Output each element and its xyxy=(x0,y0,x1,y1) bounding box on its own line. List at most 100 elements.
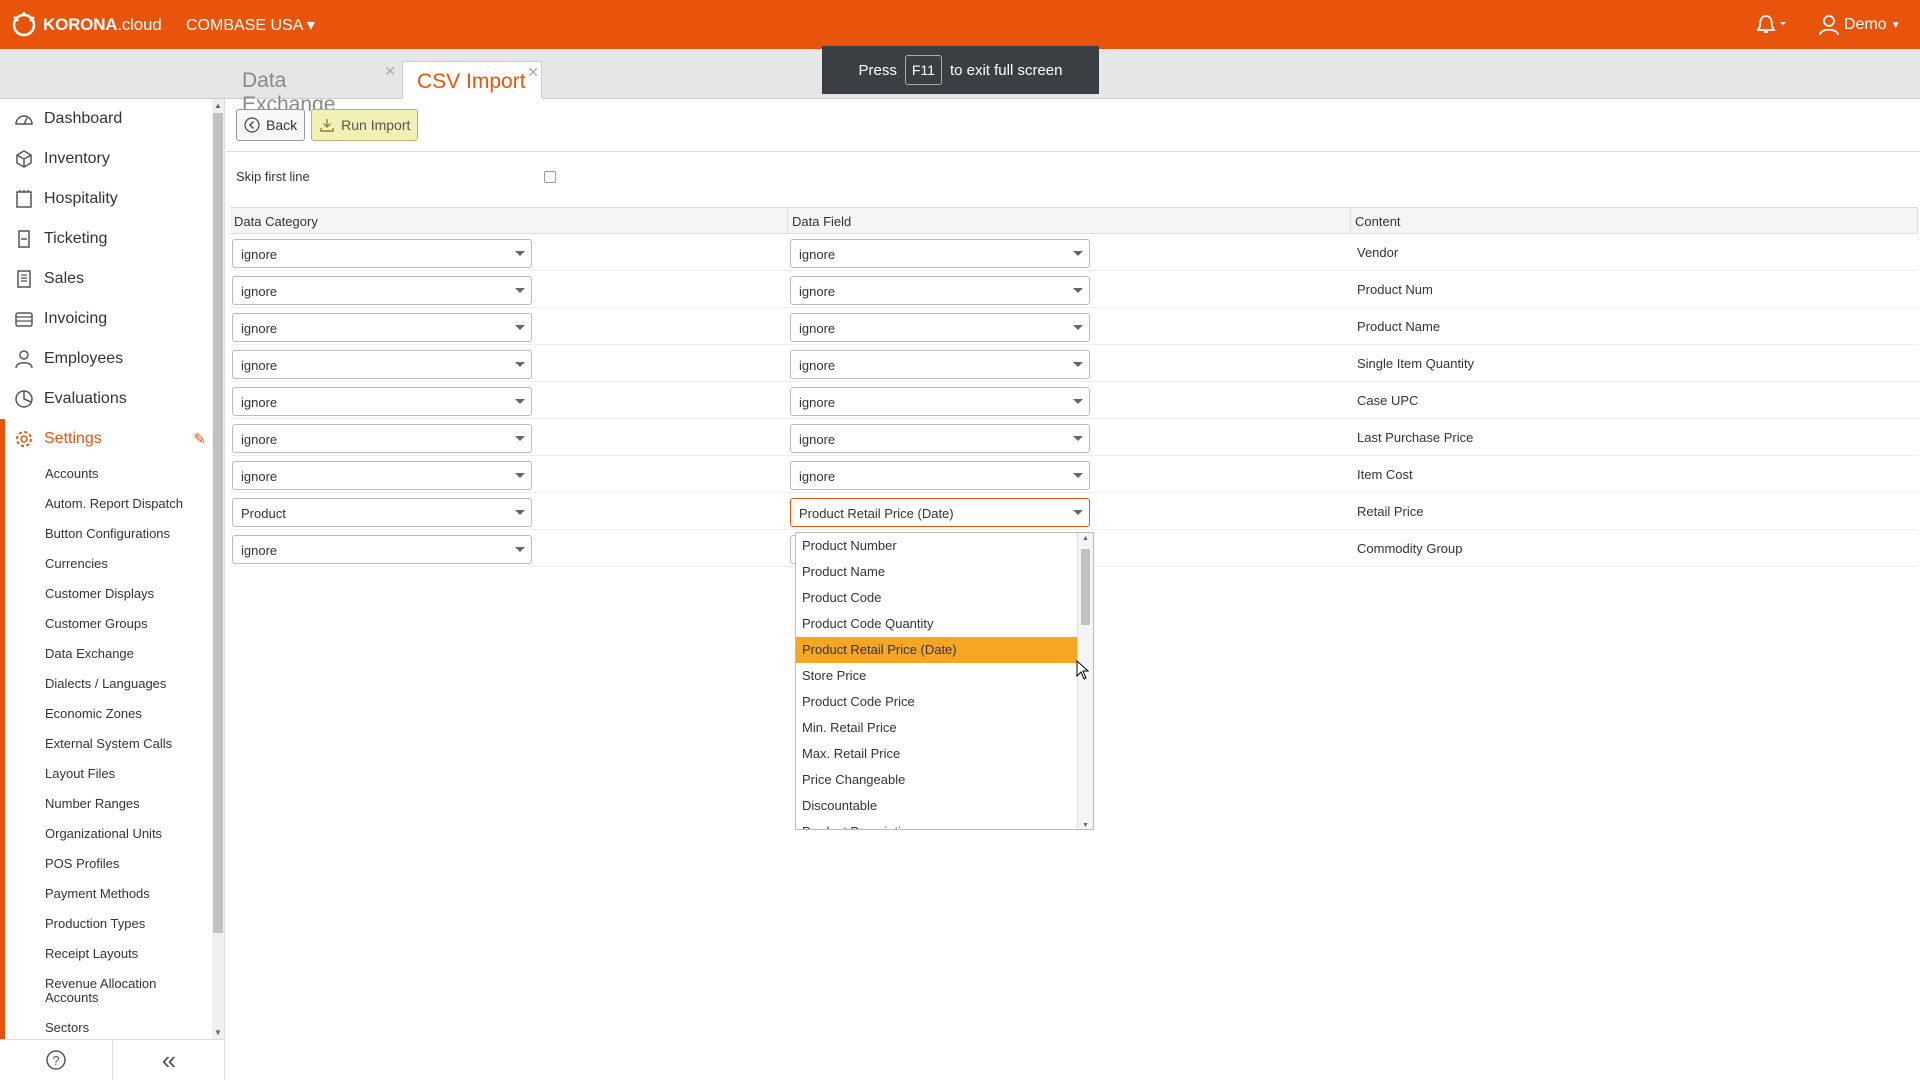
column-header-data-category[interactable]: Data Category xyxy=(230,208,788,233)
dropdown-option[interactable]: Product Code xyxy=(796,585,1079,611)
dashboard-icon xyxy=(15,115,33,125)
dropdown-option[interactable]: Store Price xyxy=(796,663,1079,689)
sidebar-subitem[interactable]: Economic Zones xyxy=(5,699,210,729)
tab-label: CSV Import xyxy=(417,70,526,93)
back-button[interactable]: Back xyxy=(236,109,306,141)
data-field-select[interactable]: ignore xyxy=(790,239,1090,268)
sidebar-subitem[interactable]: Dialects / Languages xyxy=(5,669,210,699)
scroll-up-icon[interactable]: ▲ xyxy=(214,101,222,110)
data-category-select[interactable]: ignore xyxy=(232,276,532,305)
sidebar-item-label: Dashboard xyxy=(44,110,123,127)
data-field-select[interactable]: ignore xyxy=(790,387,1090,416)
dropdown-option[interactable]: Max. Retail Price xyxy=(796,741,1079,767)
back-arrow-icon xyxy=(244,117,260,133)
dropdown-option[interactable]: Min. Retail Price xyxy=(796,715,1079,741)
sidebar-subitem[interactable]: Autom. Report Dispatch xyxy=(5,489,210,519)
sidebar-item-ticketing[interactable]: Ticketing xyxy=(0,219,210,259)
sidebar-item-evaluations[interactable]: Evaluations xyxy=(0,379,210,419)
sidebar-subitem[interactable]: Payment Methods xyxy=(5,879,210,909)
data-category-select[interactable]: ignore xyxy=(232,350,532,379)
sidebar-subitem[interactable]: External System Calls xyxy=(5,729,210,759)
tab-data-exchange[interactable]: Data Exchange ✕ xyxy=(228,61,398,116)
column-header-data-field[interactable]: Data Field xyxy=(788,208,1351,233)
scroll-down-icon[interactable]: ▼ xyxy=(214,1028,222,1037)
sidebar-subitem[interactable]: Customer Groups xyxy=(5,609,210,639)
sidebar-item-dashboard[interactable]: Dashboard xyxy=(0,99,210,139)
dropdown-option[interactable]: Product Code Price xyxy=(796,689,1079,715)
double-chevron-left-icon: « xyxy=(161,1044,177,1075)
data-field-select[interactable]: ignore xyxy=(790,313,1090,342)
collapse-sidebar-button[interactable]: « xyxy=(113,1040,225,1080)
user-menu[interactable]: Demo ▼ xyxy=(1818,14,1901,36)
pencil-icon[interactable]: ✎ xyxy=(193,430,206,448)
sidebar-subitem[interactable]: Sectors xyxy=(5,1013,210,1039)
data-field-select[interactable]: ignore xyxy=(790,424,1090,453)
dropdown-option[interactable]: Product Number xyxy=(796,533,1079,559)
sidebar-item-label: Inventory xyxy=(44,150,110,167)
select-value: ignore xyxy=(241,469,278,484)
run-import-label: Run Import xyxy=(341,117,411,133)
dropdown-option-highlighted[interactable]: Product Retail Price (Date) xyxy=(796,637,1079,663)
sidebar-subitem[interactable]: Data Exchange xyxy=(5,639,210,669)
data-category-select[interactable]: ignore xyxy=(232,461,532,490)
scroll-down-icon[interactable]: ▼ xyxy=(1082,822,1089,829)
sidebar-subitem[interactable]: Organizational Units xyxy=(5,819,210,849)
skip-first-line-checkbox[interactable] xyxy=(544,170,556,183)
sidebar-scrollbar[interactable]: ▲ ▼ xyxy=(212,99,224,1039)
sidebar-item-label: Employees xyxy=(44,350,124,367)
data-field-select[interactable]: ignore xyxy=(790,350,1090,379)
dropdown-option[interactable]: Product Name xyxy=(796,559,1079,585)
sidebar-subitem[interactable]: Button Configurations xyxy=(5,519,210,549)
close-icon[interactable]: ✕ xyxy=(527,64,539,81)
data-category-select[interactable]: ignore xyxy=(232,313,532,342)
dropdown-option[interactable]: Product Code Quantity xyxy=(796,611,1079,637)
sidebar-subitem[interactable]: Production Types xyxy=(5,909,210,939)
settings-subnav: Accounts Autom. Report Dispatch Button C… xyxy=(0,459,210,1039)
sidebar-subitem[interactable]: Customer Displays xyxy=(5,579,210,609)
sidebar-item-settings[interactable]: Settings ✎ xyxy=(0,419,210,459)
table-row: Product Product Retail Price (Date) Reta… xyxy=(230,493,1918,530)
chevron-down-icon xyxy=(1073,288,1083,293)
data-category-select[interactable]: ignore xyxy=(232,535,532,564)
scrollbar-thumb[interactable] xyxy=(1081,549,1090,625)
sidebar-nav: Dashboard Inventory Hospitality Ticketin… xyxy=(0,99,210,1039)
data-category-select[interactable]: ignore xyxy=(232,239,532,268)
sidebar: Dashboard Inventory Hospitality Ticketin… xyxy=(0,99,225,1080)
data-category-select[interactable]: ignore xyxy=(232,424,532,453)
close-icon[interactable]: ✕ xyxy=(384,63,396,80)
sidebar-subitem[interactable]: Layout Files xyxy=(5,759,210,789)
scrollbar-thumb[interactable] xyxy=(213,113,223,933)
run-import-button[interactable]: Run Import xyxy=(311,109,419,141)
company-selector[interactable]: COMBASE USA ▾ xyxy=(186,15,315,35)
data-field-select[interactable]: ignore xyxy=(790,276,1090,305)
data-category-select[interactable]: Product xyxy=(232,498,532,527)
data-field-select-open[interactable]: Product Retail Price (Date) xyxy=(790,498,1090,527)
sidebar-subitem[interactable]: Currencies xyxy=(5,549,210,579)
sidebar-subitem[interactable]: Number Ranges xyxy=(5,789,210,819)
notifications-button[interactable] xyxy=(1756,13,1796,37)
sidebar-subitem[interactable]: Receipt Layouts xyxy=(5,939,210,969)
select-value: ignore xyxy=(799,284,836,299)
tab-csv-import[interactable]: CSV Import ✕ xyxy=(402,61,542,99)
help-button[interactable]: ? xyxy=(0,1040,113,1080)
sidebar-footer: ? « xyxy=(0,1039,225,1080)
dropdown-option[interactable]: Price Changeable xyxy=(796,767,1079,793)
korona-logo[interactable]: KORONA.cloud xyxy=(9,11,162,39)
data-category-select[interactable]: ignore xyxy=(232,387,532,416)
sidebar-item-sales[interactable]: Sales xyxy=(0,259,210,299)
dropdown-scrollbar[interactable]: ▲ ▼ xyxy=(1077,533,1093,829)
dropdown-option[interactable]: Discountable xyxy=(796,793,1079,819)
sidebar-subitem[interactable]: Accounts xyxy=(5,459,210,489)
sidebar-item-employees[interactable]: Employees xyxy=(0,339,210,379)
scroll-up-icon[interactable]: ▲ xyxy=(1082,535,1089,542)
dropdown-option[interactable]: Product Description xyxy=(796,819,1079,829)
sidebar-subitem[interactable]: POS Profiles xyxy=(5,849,210,879)
sidebar-item-inventory[interactable]: Inventory xyxy=(0,139,210,179)
sidebar-item-invoicing[interactable]: Invoicing xyxy=(0,299,210,339)
toolbar: Back Run Import xyxy=(226,99,1920,152)
box-icon xyxy=(16,150,32,168)
column-header-content[interactable]: Content xyxy=(1351,208,1918,233)
sidebar-item-hospitality[interactable]: Hospitality xyxy=(0,179,210,219)
sidebar-subitem[interactable]: Revenue Allocation Accounts xyxy=(5,969,210,1013)
data-field-select[interactable]: ignore xyxy=(790,461,1090,490)
